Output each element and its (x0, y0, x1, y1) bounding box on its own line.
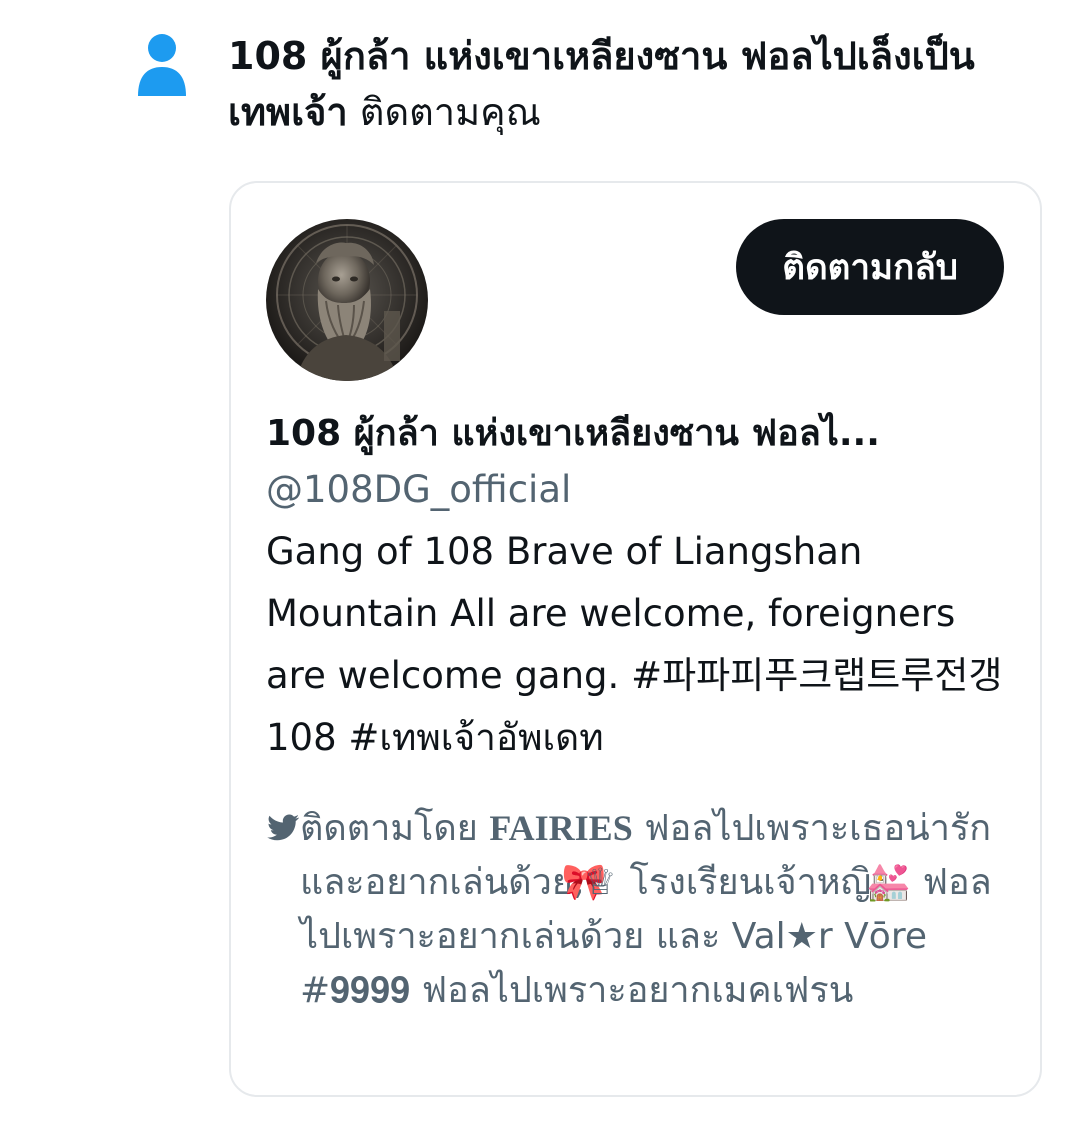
wedding-church-icon: 💒 (866, 862, 912, 903)
notification-headline: 108 ผู้กล้า แห่งเขาเหลียงซาน ฟอลไปเล็งเป… (228, 28, 1048, 140)
profile-card[interactable]: ติดตามกลับ 108 ผู้กล้า แห่งเขาเหลียงซาน … (229, 181, 1042, 1097)
profile-avatar[interactable] (266, 219, 428, 381)
followed-by-text: ติดตามโดย FAIRIES ฟอลไปเพราะเธอน่ารักและ… (266, 801, 1006, 1018)
followed-by-prefix: ติดตามโดย (300, 808, 490, 849)
follower-name-princess-school[interactable]: โรงเรียนเจ้าหญิง (618, 862, 900, 903)
follow-notification[interactable]: 108 ผู้กล้า แห่งเขาเหลียงซาน ฟอลไปเล็งเป… (0, 0, 1080, 1127)
action-text: ติดตามคุณ (347, 90, 541, 134)
account-bio: Gang of 108 Brave of Liangshan Mountain … (266, 530, 1003, 759)
actor-name[interactable]: 108 ผู้กล้า แห่งเขาเหลียงซาน ฟอลไปเล็งเป… (228, 34, 975, 134)
bird-icon (267, 814, 299, 841)
account-display-name[interactable]: 108 ผู้กล้า แห่งเขาเหลียงซาน ฟอลไ... (266, 407, 1001, 461)
follow-back-button[interactable]: ติดตามกลับ (736, 219, 1004, 315)
follower-name-fairies[interactable]: FAIRIES (489, 808, 632, 848)
account-handle[interactable]: @108DG_official (266, 463, 571, 517)
person-icon (138, 34, 186, 96)
avatar-image (266, 219, 428, 381)
